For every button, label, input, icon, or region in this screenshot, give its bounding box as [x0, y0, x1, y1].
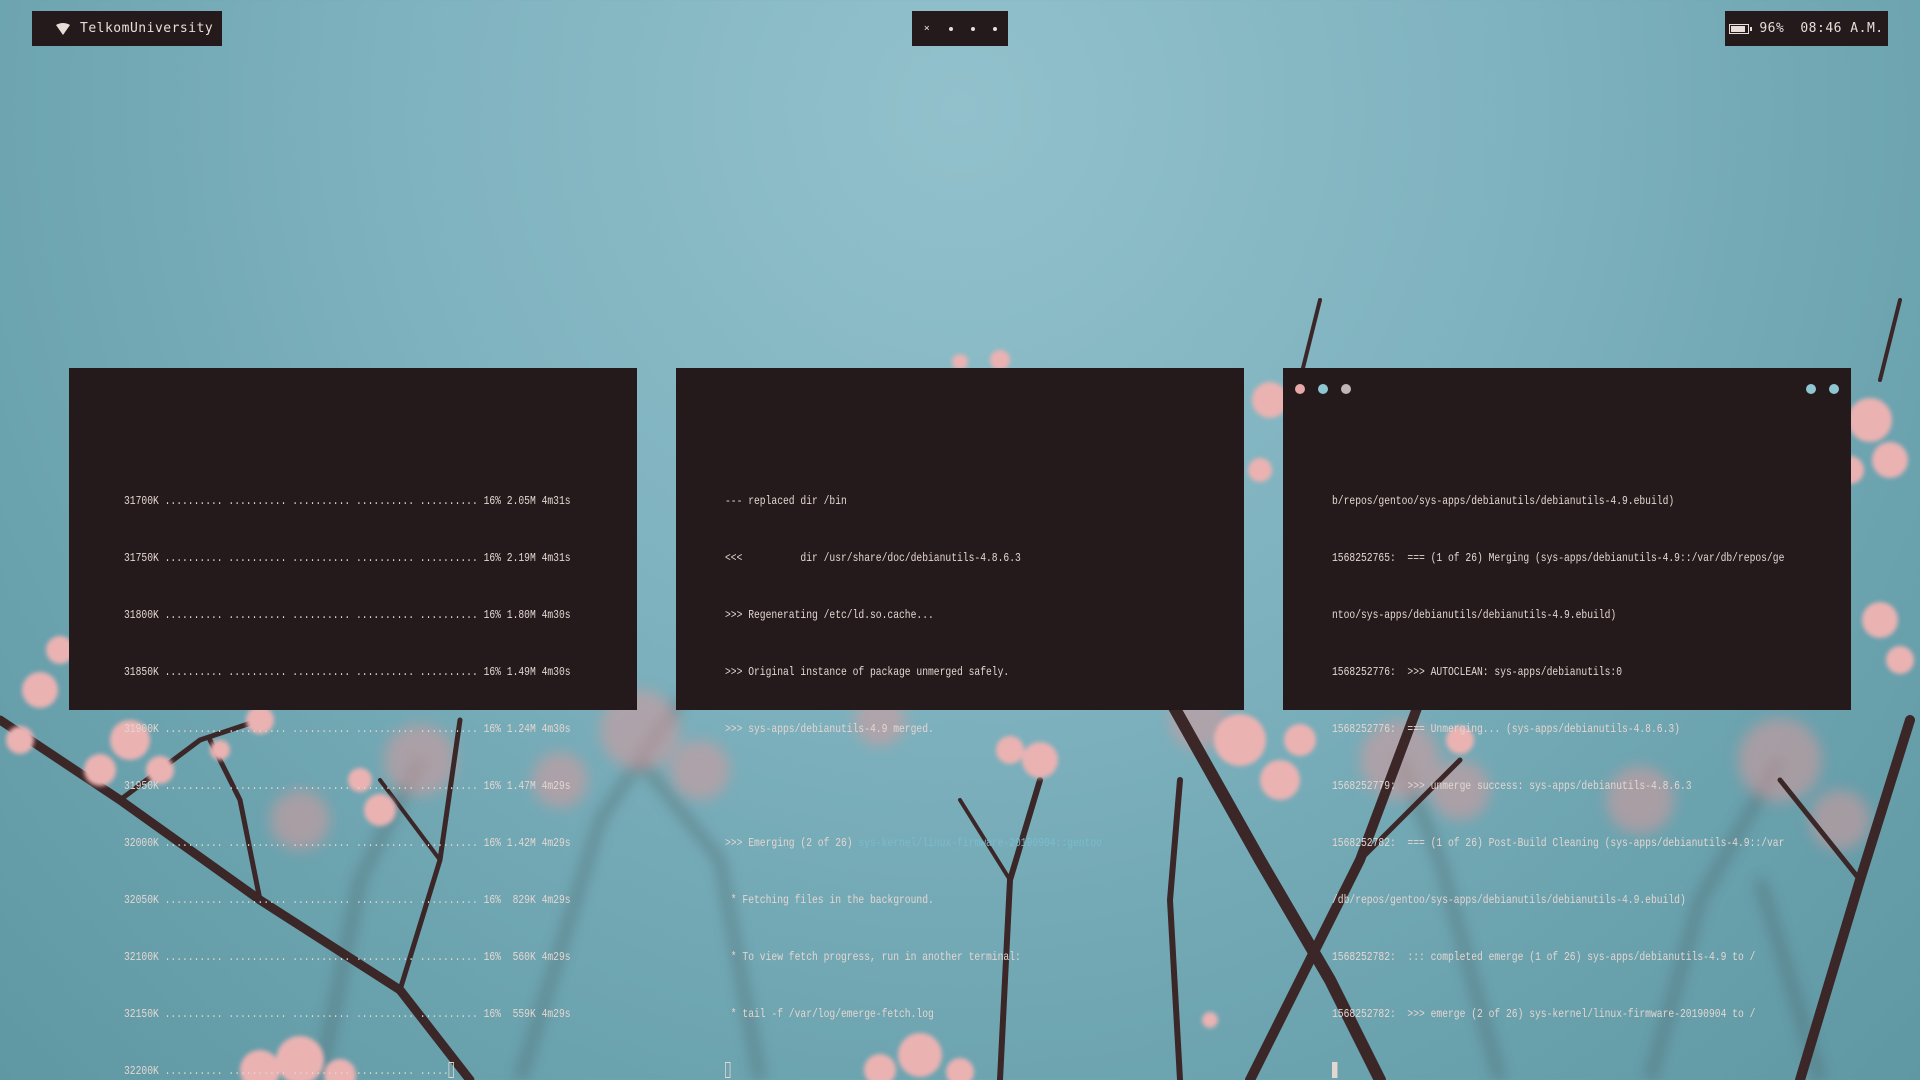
terminal-line: --- replaced dir /bin — [725, 494, 847, 508]
window-controls-left — [1295, 384, 1351, 394]
terminal-line: 32100K .......... .......... .......... … — [124, 950, 571, 964]
emerging-package-name: sys-kernel/linux-firmware-20190904::gent… — [858, 836, 1102, 850]
terminal-line: * tail -f /var/log/emerge-fetch.log — [725, 1007, 934, 1021]
terminal-line: 1568252782: >>> emerge (2 of 26) sys-ker… — [1332, 1007, 1756, 1021]
terminal-window-download[interactable]: 31700K .......... .......... .......... … — [69, 368, 637, 1078]
terminal-cursor — [1332, 1062, 1338, 1078]
terminal-window-emerge[interactable]: --- replaced dir /bin <<< dir /usr/share… — [676, 368, 1244, 1078]
workspace-switcher: × — [912, 11, 1008, 46]
workspace-1-active[interactable]: × — [923, 23, 931, 34]
workspace-2[interactable] — [949, 26, 953, 31]
terminal-line: * Fetching files in the background. — [725, 893, 934, 907]
terminal-line-last: 32200K .......... .......... .......... … — [124, 1062, 501, 1080]
maximize-dot-icon[interactable] — [1341, 384, 1351, 394]
terminal-window-emerge-log[interactable]: b/repos/gentoo/sys-apps/debianutils/debi… — [1283, 368, 1851, 1078]
terminal-line: b/repos/gentoo/sys-apps/debianutils/debi… — [1332, 494, 1675, 508]
status-dot-icon — [1806, 384, 1816, 394]
terminal-output: --- replaced dir /bin <<< dir /usr/share… — [725, 454, 1106, 1080]
terminal-line: <<< dir /usr/share/doc/debianutils-4.8.6… — [725, 551, 1021, 565]
wifi-icon — [56, 22, 70, 35]
terminal-line: /db/repos/gentoo/sys-apps/debianutils/de… — [1332, 893, 1686, 907]
terminal-line: >>> Original instance of package unmerge… — [725, 665, 1010, 679]
battery-level: 96% — [1759, 21, 1785, 36]
terminal-output: b/repos/gentoo/sys-apps/debianutils/debi… — [1332, 454, 1785, 1080]
status-widget: 96% 08:46 A.M. — [1725, 11, 1888, 46]
terminal-prompt-line — [1332, 1062, 1713, 1080]
close-dot-icon[interactable] — [1295, 384, 1305, 394]
terminal-line: 31950K .......... .......... .......... … — [124, 779, 571, 793]
terminal-line: 31850K .......... .......... .......... … — [124, 665, 571, 679]
terminal-line: 31900K .......... .......... .......... … — [124, 722, 571, 736]
workspace-4[interactable] — [993, 26, 997, 31]
terminal-line: * To view fetch progress, run in another… — [725, 950, 1021, 964]
terminal-cursor — [725, 1062, 731, 1078]
terminal-line: 1568252782: ::: completed emerge (1 of 2… — [1332, 950, 1756, 964]
battery-icon — [1729, 23, 1753, 34]
status-dot-icon — [1829, 384, 1839, 394]
terminal-line: >>> Regenerating /etc/ld.so.cache... — [725, 608, 934, 622]
terminal-line: 1568252779: >>> unmerge success: sys-app… — [1332, 779, 1692, 793]
workspace-3[interactable] — [971, 26, 975, 31]
terminal-line-emerging: >>> Emerging (2 of 26) sys-kernel/linux-… — [725, 834, 1106, 853]
network-name: TelkomUniversity — [80, 21, 214, 36]
terminal-line: >>> sys-apps/debianutils-4.9 merged. — [725, 722, 934, 736]
minimize-dot-icon[interactable] — [1318, 384, 1328, 394]
terminal-line: 32000K .......... .......... .......... … — [124, 836, 571, 850]
terminal-output: 31700K .......... .......... .......... … — [124, 454, 571, 1080]
terminal-line: 1568252776: >>> AUTOCLEAN: sys-apps/debi… — [1332, 665, 1622, 679]
terminal-line: 1568252765: === (1 of 26) Merging (sys-a… — [1332, 551, 1785, 565]
terminal-line: 32150K .......... .......... .......... … — [124, 1007, 571, 1021]
terminal-line: 31700K .......... .......... .......... … — [124, 494, 571, 508]
terminal-prompt-line — [725, 1062, 1106, 1080]
clock: 08:46 A.M. — [1800, 21, 1884, 36]
terminal-line: 31800K .......... .......... .......... … — [124, 608, 571, 622]
terminal-line-text: 32200K .......... .......... .......... … — [124, 1064, 449, 1078]
terminal-line-text: >>> Emerging (2 of 26) — [725, 836, 859, 850]
terminal-line: 1568252782: === (1 of 26) Post-Build Cle… — [1332, 836, 1785, 850]
terminal-line: 32050K .......... .......... .......... … — [124, 893, 571, 907]
window-controls-right — [1806, 384, 1839, 394]
network-widget[interactable]: TelkomUniversity — [32, 11, 222, 46]
terminal-cursor — [448, 1062, 455, 1078]
terminal-line: ntoo/sys-apps/debianutils/debianutils-4.… — [1332, 608, 1617, 622]
terminal-line: 1568252776: === Unmerging... (sys-apps/d… — [1332, 722, 1680, 736]
terminal-line: 31750K .......... .......... .......... … — [124, 551, 571, 565]
